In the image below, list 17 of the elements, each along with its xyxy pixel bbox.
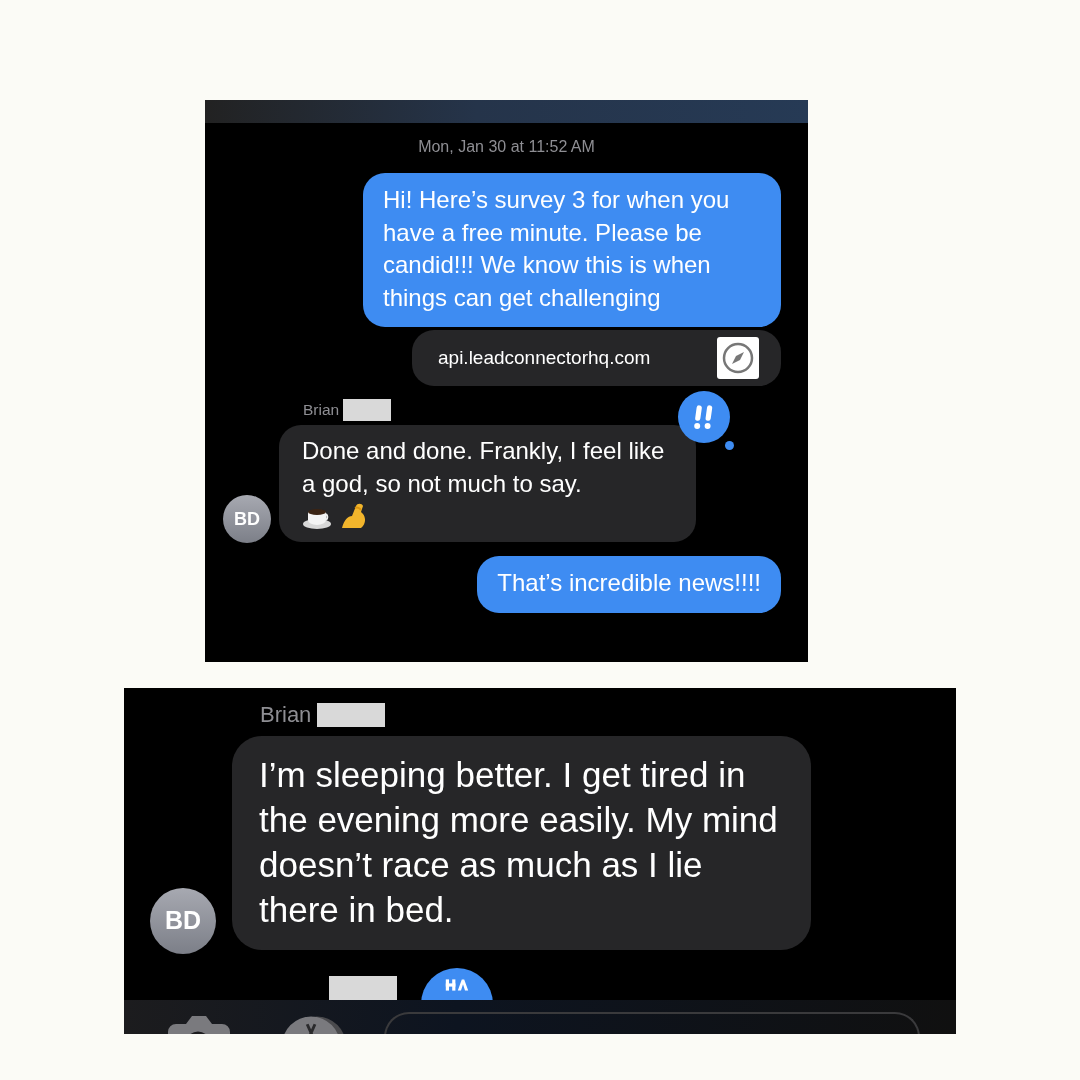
sender-name: Brian <box>303 400 340 420</box>
redaction-bar <box>329 976 397 1000</box>
sender-name: Brian <box>260 701 312 729</box>
avatar: BD <box>223 495 271 544</box>
compass-icon <box>717 337 759 379</box>
redaction-bar <box>343 398 392 421</box>
message-text: I’m sleeping better. I get tired in the evening more easily. My mind doesn’t race as much as I lie there in bed. <box>259 755 778 929</box>
laugh-reaction-icon <box>445 977 469 993</box>
redaction-bar <box>317 702 386 727</box>
link-text: api.leadconnectorhq.com <box>438 345 651 370</box>
message-bubble: Hi! Here’s survey 3 for when you have a free minute. Please be candid!!! We know this is when things can get challenging <box>363 173 781 327</box>
message-text: Done and done. Frankly, I feel like a god, so not much to say. <box>302 437 665 497</box>
avatar: BD <box>150 888 216 954</box>
message-bubble: That’s incredible news!!!! <box>477 556 781 613</box>
timestamp: Mon, Jan 30 at 11:52 AM <box>417 137 596 157</box>
link-preview[interactable]: api.leadconnectorhq.com <box>412 330 781 386</box>
reaction-tail-dot <box>725 441 734 451</box>
